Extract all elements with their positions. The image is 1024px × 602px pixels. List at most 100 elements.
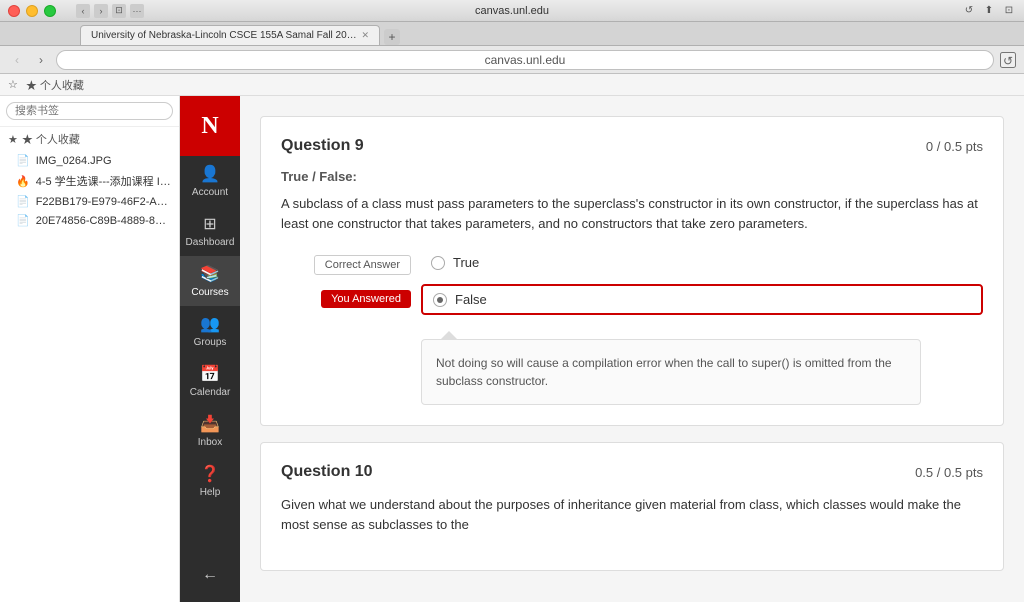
question-9-type: True / False:: [281, 169, 983, 184]
browser-back-button[interactable]: ‹: [8, 51, 26, 69]
nav-back-button[interactable]: ←: [180, 558, 240, 592]
fullscreen-icon[interactable]: ⊡: [1002, 4, 1016, 18]
bookmark-item-4[interactable]: 📄 20E74856-C89B-4889-85A...: [0, 211, 179, 230]
share-icon[interactable]: ⬆: [982, 4, 996, 18]
nav-controls: ‹ › ⊡ ···: [76, 4, 144, 18]
bookmark-item-1[interactable]: 📄 IMG_0264.JPG: [0, 151, 179, 170]
you-answered-label-container: You Answered: [281, 290, 411, 308]
bookmark-label-4: 20E74856-C89B-4889-85A...: [36, 215, 171, 227]
question-10-title: Question 10: [281, 463, 373, 481]
forward-nav-button[interactable]: ›: [94, 4, 108, 18]
question-10-card: Question 10 0.5 / 0.5 pts Given what we …: [260, 442, 1004, 571]
bookmark-section-icon: ☆: [8, 78, 18, 91]
correct-answer-badge: Correct Answer: [314, 255, 411, 275]
question-10-points: 0.5 / 0.5 pts: [915, 465, 983, 480]
nav-label-inbox: Inbox: [198, 437, 222, 448]
nav-label-help: Help: [200, 487, 221, 498]
question-9-header: Question 9 0 / 0.5 pts: [281, 137, 983, 155]
more-button[interactable]: ···: [130, 4, 144, 18]
correct-answer-section: Correct Answer True: [281, 249, 983, 276]
lms-logo: N: [180, 96, 240, 156]
groups-icon: 👥: [200, 314, 220, 334]
bookmark-item-2[interactable]: 🔥 4-5 学生选课---添加课程 II (0...: [0, 170, 179, 192]
feedback-container: Not doing so will cause a compilation er…: [421, 331, 921, 405]
question-9-title: Question 9: [281, 137, 364, 155]
you-answered-section: You Answered False: [281, 284, 983, 315]
nav-item-calendar[interactable]: 📅 Calendar: [180, 356, 240, 406]
sidebar-favorites-label: ★ ★ 个人收藏: [0, 127, 179, 151]
tab-1[interactable]: University of Nebraska-Lincoln CSCE 155A…: [80, 25, 380, 45]
question-10-header: Question 10 0.5 / 0.5 pts: [281, 463, 983, 481]
browser-forward-button[interactable]: ›: [32, 51, 50, 69]
help-icon: ❓: [200, 464, 220, 484]
tab-1-close[interactable]: ✕: [361, 30, 369, 41]
minimize-button[interactable]: [26, 5, 38, 17]
star-icon: ★: [8, 133, 18, 146]
nav-label-account: Account: [192, 187, 228, 198]
correct-answer-label-container: Correct Answer: [281, 255, 411, 275]
sidebar-search-input[interactable]: [6, 102, 173, 120]
file-icon-4: 📄: [16, 214, 30, 227]
bookmark-label-3: F22BB179-E979-46F2-AA09-...: [36, 196, 171, 208]
question-9-points: 0 / 0.5 pts: [926, 139, 983, 154]
new-tab-button[interactable]: +: [384, 29, 400, 45]
bookmark-item-3[interactable]: 📄 F22BB179-E979-46F2-AA09-...: [0, 192, 179, 211]
nav-label-dashboard: Dashboard: [186, 237, 235, 248]
question-9-text: A subclass of a class must pass paramete…: [281, 194, 983, 233]
window-title: canvas.unl.edu: [475, 5, 549, 17]
nav-item-courses[interactable]: 📚 Courses: [180, 256, 240, 306]
nav-label-groups: Groups: [194, 337, 227, 348]
dashboard-icon: ⊞: [203, 214, 216, 234]
maximize-button[interactable]: [44, 5, 56, 17]
reload-icon[interactable]: ↺: [962, 4, 976, 18]
option-true-label: True: [453, 255, 479, 270]
inbox-icon: 📥: [200, 414, 220, 434]
nav-item-account[interactable]: 👤 Account: [180, 156, 240, 206]
wrong-answer-option: False: [421, 284, 983, 315]
question-9-card: Question 9 0 / 0.5 pts True / False: A s…: [260, 116, 1004, 426]
radio-dot: [437, 297, 443, 303]
feedback-box: Not doing so will cause a compilation er…: [421, 339, 921, 405]
bookmark-label-1: IMG_0264.JPG: [36, 155, 112, 167]
file-icon-3: 📄: [16, 195, 30, 208]
radio-false: [433, 293, 447, 307]
browser-reload-button[interactable]: ↺: [1000, 52, 1016, 68]
nav-label-courses: Courses: [191, 287, 228, 298]
calendar-icon: 📅: [200, 364, 220, 384]
back-nav-button[interactable]: ‹: [76, 4, 90, 18]
back-arrow-icon: ←: [202, 566, 218, 584]
correct-answer-option: True: [421, 249, 983, 276]
sidebar-search-container: [0, 96, 179, 127]
nav-label-calendar: Calendar: [190, 387, 231, 398]
traffic-lights: [8, 5, 56, 17]
tab-bar: University of Nebraska-Lincoln CSCE 155A…: [0, 22, 1024, 46]
browser-content: ★ ★ 个人收藏 📄 IMG_0264.JPG 🔥 4-5 学生选课---添加课…: [0, 96, 1024, 602]
bookmark-bar: ☆ ★ 个人收藏: [0, 74, 1024, 96]
window-controls-right: ↺ ⬆ ⊡: [962, 4, 1016, 18]
radio-true: [431, 256, 445, 270]
feedback-text: Not doing so will cause a compilation er…: [436, 356, 892, 388]
url-input[interactable]: canvas.unl.edu: [56, 50, 994, 70]
nav-item-help[interactable]: ❓ Help: [180, 456, 240, 506]
nav-item-groups[interactable]: 👥 Groups: [180, 306, 240, 356]
account-icon: 👤: [200, 164, 220, 184]
bookmarks-sidebar: ★ ★ 个人收藏 📄 IMG_0264.JPG 🔥 4-5 学生选课---添加课…: [0, 96, 180, 602]
bookmark-label-2: 4-5 学生选课---添加课程 II (0...: [36, 173, 171, 189]
courses-icon: 📚: [200, 264, 220, 284]
question-10-text: Given what we understand about the purpo…: [281, 495, 983, 534]
fire-icon: 🔥: [16, 175, 30, 188]
file-icon-1: 📄: [16, 154, 30, 167]
tab-1-label: University of Nebraska-Lincoln CSCE 155A…: [91, 30, 357, 41]
option-false-label: False: [455, 292, 487, 307]
logo-letter: N: [201, 113, 218, 140]
title-bar: ‹ › ⊡ ··· canvas.unl.edu ↺ ⬆ ⊡: [0, 0, 1024, 22]
close-button[interactable]: [8, 5, 20, 17]
nav-item-dashboard[interactable]: ⊞ Dashboard: [180, 206, 240, 256]
main-content: Question 9 0 / 0.5 pts True / False: A s…: [240, 96, 1024, 602]
nav-item-inbox[interactable]: 📥 Inbox: [180, 406, 240, 456]
lms-navigation: N 👤 Account ⊞ Dashboard 📚 Courses 👥 Grou…: [180, 96, 240, 602]
you-answered-badge: You Answered: [321, 290, 411, 308]
reader-view-button[interactable]: ⊡: [112, 4, 126, 18]
address-bar: ‹ › canvas.unl.edu ↺: [0, 46, 1024, 74]
bookmark-section-label: ★ 个人收藏: [26, 77, 84, 93]
